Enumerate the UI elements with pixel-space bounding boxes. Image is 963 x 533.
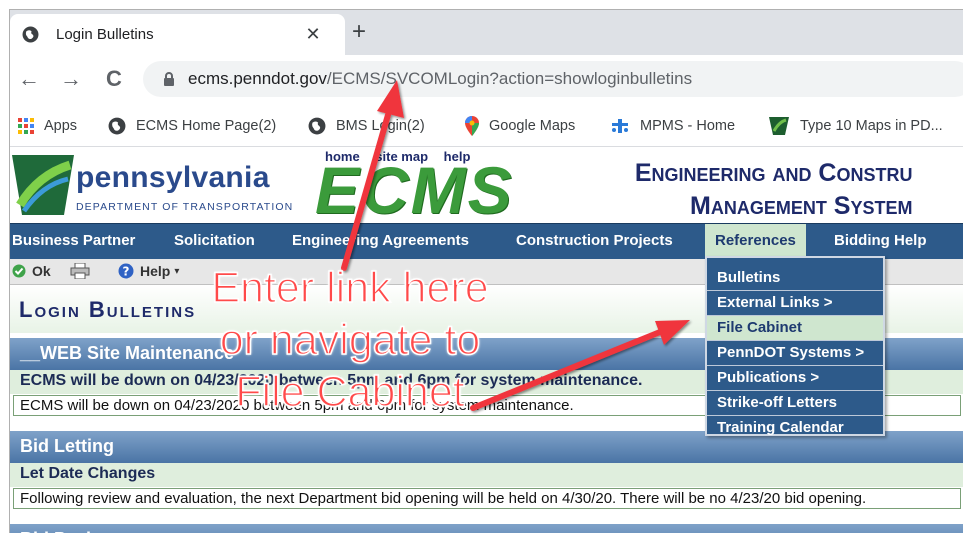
bookmarks-bar: Apps ECMS Home Page(2) BMS Login(2) Goog…: [10, 105, 963, 147]
tab-title: Login Bulletins: [56, 26, 154, 43]
keystone-logo-icon: [12, 155, 74, 215]
annotation-line3: File Cabinet: [235, 367, 466, 417]
map-pin-icon: [465, 116, 479, 136]
browser-tab[interactable]: Login Bulletins ✕: [10, 14, 345, 55]
help-menu-button[interactable]: ? Help ▾: [118, 263, 179, 279]
page-title: Login Bulletins: [19, 297, 197, 322]
menu-references[interactable]: References: [705, 224, 806, 260]
home-link[interactable]: home: [325, 149, 360, 164]
header-links: home site map help: [325, 149, 482, 164]
site-map-link[interactable]: site map: [375, 149, 428, 164]
browser-toolbar: ← → C ecms.penndot.gov/ECMS/SVCOMLogin?a…: [10, 55, 963, 105]
section-subheading-let-date: Let Date Changes: [10, 463, 963, 487]
help-label: Help: [140, 263, 171, 279]
svg-text:?: ?: [123, 265, 130, 279]
dropdown-strike-off-letters[interactable]: Strike-off Letters: [707, 391, 883, 416]
menu-bidding-help[interactable]: Bidding Help: [834, 232, 927, 249]
menu-solicitation[interactable]: Solicitation: [174, 232, 255, 249]
section-header-bid-package: Bid Package: [10, 524, 963, 533]
lock-icon: [164, 72, 174, 86]
bookmark-mpms-home[interactable]: MPMS - Home: [610, 115, 735, 137]
chevron-down-icon: ▾: [174, 265, 180, 277]
bookmark-apps[interactable]: Apps: [18, 115, 77, 137]
dropdown-external-links[interactable]: External Links >: [707, 291, 883, 316]
forward-button[interactable]: →: [56, 64, 86, 94]
new-tab-button[interactable]: +: [346, 20, 372, 46]
help-icon: ?: [118, 263, 134, 279]
bookmark-label: MPMS - Home: [640, 118, 736, 134]
url-domain: ecms.penndot.gov: [188, 69, 327, 88]
dropdown-penndot-systems[interactable]: PennDOT Systems >: [707, 341, 883, 366]
system-title-line1: Engineering and Constru: [634, 159, 913, 187]
print-button[interactable]: [70, 263, 90, 279]
reload-button[interactable]: C: [99, 64, 129, 94]
menu-business-partner[interactable]: Business Partner: [12, 232, 135, 249]
department-name: DEPARTMENT OF TRANSPORTATION: [76, 201, 294, 213]
bookmark-label: Apps: [44, 118, 78, 134]
browser-tab-strip: Login Bulletins ✕ +: [10, 10, 963, 55]
ecms-logo: ECMS: [315, 153, 514, 227]
bookmark-label: BMS Login(2): [336, 118, 425, 134]
bookmark-label: Type 10 Maps in PD...: [800, 118, 943, 134]
references-dropdown: Bulletins External Links > File Cabinet …: [705, 256, 885, 436]
url-text: ecms.penndot.gov/ECMS/SVCOMLogin?action=…: [188, 69, 692, 89]
system-title: Engineering and Constru Management Syste…: [614, 157, 913, 223]
address-bar[interactable]: ecms.penndot.gov/ECMS/SVCOMLogin?action=…: [143, 61, 963, 97]
apps-grid-icon: [18, 118, 34, 134]
keystone-icon: [769, 117, 789, 135]
menu-construction-projects[interactable]: Construction Projects: [516, 232, 673, 249]
help-link[interactable]: help: [444, 149, 471, 164]
ok-button[interactable]: Ok: [12, 263, 51, 279]
globe-icon: [22, 26, 39, 43]
globe-icon: [108, 117, 126, 135]
printer-icon: [70, 263, 90, 279]
mpms-icon: [612, 119, 628, 133]
checkmark-icon: [12, 264, 26, 278]
state-name: pennsylvania: [76, 161, 270, 194]
annotation-line1: Enter link here: [211, 263, 490, 313]
bookmark-label: ECMS Home Page(2): [136, 118, 277, 134]
globe-icon: [308, 117, 326, 135]
bookmark-ecms-home[interactable]: ECMS Home Page(2): [108, 115, 276, 137]
dropdown-publications[interactable]: Publications >: [707, 366, 883, 391]
main-menu-bar: Business Partner Solicitation Engineerin…: [10, 223, 963, 260]
system-title-line2: Management System: [690, 192, 913, 220]
menu-engineering-agreements[interactable]: Engineering Agreements: [292, 232, 469, 249]
ok-label: Ok: [32, 263, 51, 279]
dropdown-bulletins[interactable]: Bulletins: [707, 266, 883, 291]
dropdown-file-cabinet[interactable]: File Cabinet: [707, 316, 883, 341]
bookmark-bms-login[interactable]: BMS Login(2): [308, 115, 425, 137]
dropdown-training-calendar[interactable]: Training Calendar: [707, 416, 883, 441]
section-body-bid-letting: Following review and evaluation, the nex…: [13, 488, 961, 509]
back-button[interactable]: ←: [14, 64, 44, 94]
close-tab-icon[interactable]: ✕: [300, 21, 326, 47]
bookmark-label: Google Maps: [489, 118, 576, 134]
bookmark-google-maps[interactable]: Google Maps: [465, 115, 575, 137]
bookmark-type10-maps[interactable]: Type 10 Maps in PD...: [768, 115, 943, 137]
annotation-callout: Enter link here or navigate to File Cabi…: [185, 262, 515, 418]
url-path: /ECMS/SVCOMLogin?action=showloginbulleti…: [326, 69, 693, 88]
annotation-line2: or navigate to: [219, 315, 481, 365]
site-header: pennsylvania DEPARTMENT OF TRANSPORTATIO…: [10, 147, 963, 223]
